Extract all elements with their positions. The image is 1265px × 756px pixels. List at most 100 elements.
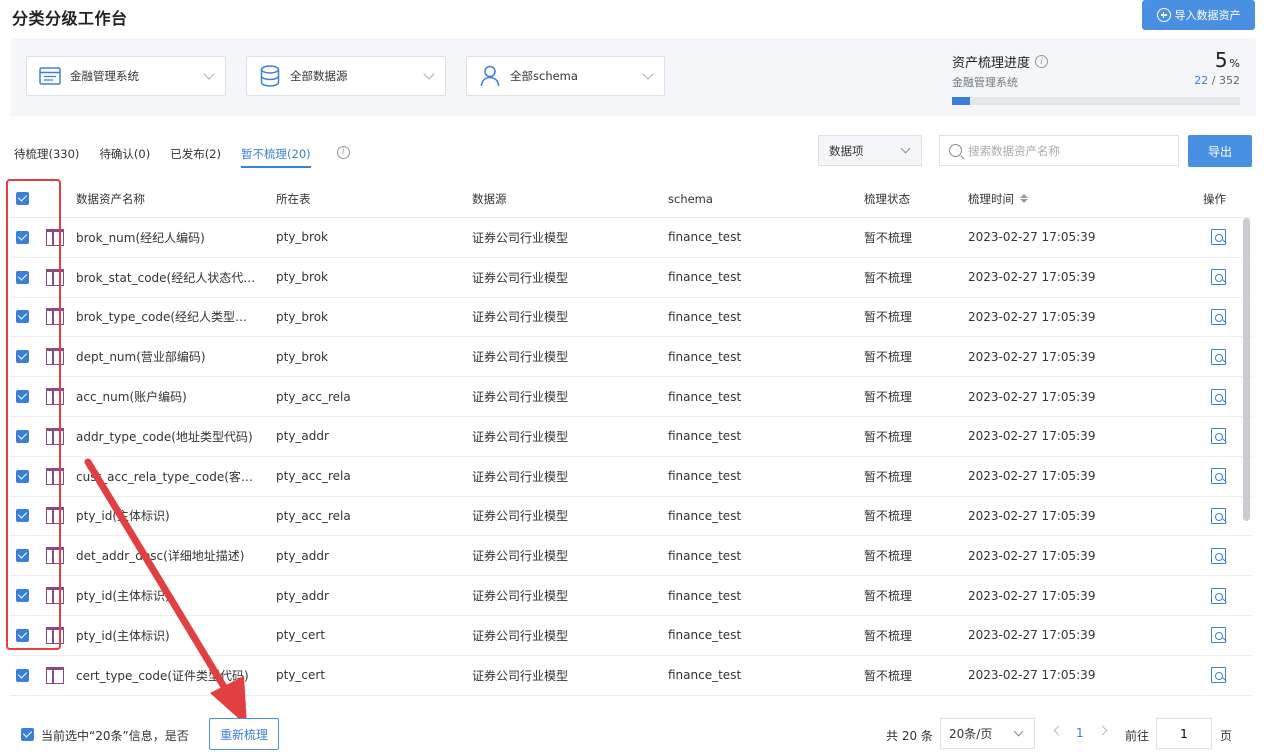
asset-table-name: pty_cert: [276, 628, 326, 643]
view-detail-icon[interactable]: [1211, 507, 1226, 524]
system-select[interactable]: 金融管理系统: [26, 56, 226, 96]
table-row[interactable]: brok_type_code(经纪人类型… pty_brok 证券公司行业模型 fin…: [10, 298, 1252, 338]
view-detail-icon[interactable]: [1211, 229, 1226, 246]
table-footer: 当前选中“20条”信息，是否 重新梳理 共 20 条 20条/页 1 前往 页: [0, 712, 1265, 756]
table-icon: [46, 666, 64, 684]
row-checkbox[interactable]: [16, 509, 29, 523]
asset-datasource: 证券公司行业模型: [472, 628, 569, 643]
page-size-select[interactable]: 20条/页: [940, 718, 1035, 749]
table-row[interactable]: dept_num(营业部编码) pty_brok 证券公司行业模型 finance_t…: [10, 337, 1252, 378]
scrollbar[interactable]: [1243, 218, 1250, 521]
search-input[interactable]: [968, 143, 1158, 158]
view-detail-icon[interactable]: [1211, 547, 1226, 564]
schema-select[interactable]: 全部schema: [466, 56, 665, 96]
view-detail-icon[interactable]: [1211, 627, 1226, 644]
filter-panel: 金融管理系统 全部数据源 全部schema 资产梳理进度 i 金融管理系统 5%…: [11, 38, 1256, 116]
system-icon: [39, 65, 61, 87]
row-checkbox[interactable]: [16, 230, 29, 244]
table-icon: [46, 268, 64, 286]
tab-pending[interactable]: 待梳理(330): [14, 142, 79, 168]
asset-table-name: pty_acc_rela: [276, 389, 351, 404]
row-checkbox[interactable]: [16, 628, 29, 642]
row-checkbox[interactable]: [16, 390, 29, 404]
plus-circle-icon: [1156, 8, 1171, 22]
row-checkbox[interactable]: [16, 589, 29, 603]
view-detail-icon[interactable]: [1211, 468, 1226, 485]
page-size-value: 20条/页: [949, 727, 993, 741]
current-page[interactable]: 1: [1076, 726, 1084, 740]
asset-schema: finance_test: [668, 508, 742, 523]
datasource-select[interactable]: 全部数据源: [246, 56, 446, 96]
progress-percent-unit: %: [1229, 57, 1240, 70]
select-all-checkbox[interactable]: [16, 192, 29, 205]
footer-select-checkbox[interactable]: [21, 728, 34, 741]
asset-datasource: 证券公司行业模型: [472, 310, 569, 325]
progress-percent-value: 5: [1214, 48, 1228, 72]
table-body: brok_num(经纪人编码) pty_brok 证券公司行业模型 finance_t…: [10, 218, 1252, 696]
tab-to-confirm[interactable]: 待确认(0): [99, 142, 150, 168]
table-row[interactable]: cust_acc_rela_type_code(客… pty_acc_rela 证券…: [10, 457, 1252, 497]
row-checkbox[interactable]: [16, 350, 29, 364]
view-detail-icon[interactable]: [1211, 667, 1226, 684]
view-detail-icon[interactable]: [1211, 587, 1226, 604]
header-time[interactable]: 梳理时间: [968, 191, 1168, 207]
progress-title-text: 资产梳理进度: [952, 56, 1031, 71]
table-row[interactable]: brok_stat_code(经纪人状态代… pty_brok 证券公司行业模型 fi…: [10, 258, 1252, 298]
table-icon: [46, 228, 64, 246]
recomb-button[interactable]: 重新梳理: [209, 718, 279, 750]
tab-published[interactable]: 已发布(2): [170, 142, 221, 168]
database-icon: [259, 65, 281, 87]
asset-name: brok_num(经纪人编码): [76, 230, 205, 245]
row-checkbox[interactable]: [16, 469, 29, 483]
table-icon: [46, 308, 64, 326]
asset-datasource: 证券公司行业模型: [472, 589, 569, 604]
table-row[interactable]: pty_id(主体标识) pty_cert 证券公司行业模型 finance_test…: [10, 616, 1252, 656]
asset-schema: finance_test: [668, 309, 742, 324]
asset-status: 暂不梳理: [864, 429, 913, 444]
progress-fill: [952, 97, 970, 105]
row-checkbox[interactable]: [16, 310, 29, 324]
view-detail-icon[interactable]: [1211, 348, 1226, 365]
asset-schema: finance_test: [668, 588, 742, 603]
table-icon: [46, 507, 64, 525]
table-row[interactable]: addr_type_code(地址类型代码) pty_addr 证券公司行业模型 fi…: [10, 417, 1252, 457]
row-checkbox[interactable]: [16, 270, 29, 284]
total-count: 共 20 条: [886, 729, 933, 743]
asset-name: brok_stat_code(经纪人状态代…: [76, 270, 256, 285]
next-page-icon[interactable]: [1097, 725, 1108, 736]
asset-datasource: 证券公司行业模型: [472, 270, 569, 285]
prev-page-icon[interactable]: [1053, 725, 1064, 736]
asset-table-name: pty_brok: [276, 270, 329, 285]
asset-datasource: 证券公司行业模型: [472, 549, 569, 564]
table-header: 数据资产名称 所在表 数据源 schema 梳理状态 梳理时间 操作: [10, 180, 1252, 218]
asset-table-name: pty_acc_rela: [276, 469, 351, 484]
asset-time: 2023-02-27 17:05:39: [968, 548, 1096, 563]
item-type-select[interactable]: 数据项: [818, 135, 922, 166]
import-assets-button[interactable]: 导入数据资产: [1142, 0, 1255, 30]
header-time-label: 梳理时间: [968, 191, 1014, 206]
table-row[interactable]: brok_num(经纪人编码) pty_brok 证券公司行业模型 finance_t…: [10, 218, 1252, 258]
info-icon[interactable]: i: [336, 145, 350, 159]
view-detail-icon[interactable]: [1211, 428, 1226, 445]
sort-icon[interactable]: [1020, 194, 1028, 203]
asset-name: dept_num(营业部编码): [76, 350, 206, 365]
view-detail-icon[interactable]: [1211, 308, 1226, 325]
table-row[interactable]: pty_id(主体标识) pty_addr 证券公司行业模型 finance_test…: [10, 576, 1252, 616]
table-row[interactable]: pty_id(主体标识) pty_acc_rela 证券公司行业模型 finance_…: [10, 497, 1252, 537]
row-checkbox[interactable]: [16, 549, 29, 563]
asset-table-name: pty_acc_rela: [276, 508, 351, 523]
table-row[interactable]: det_addr_desc(详细地址描述) pty_addr 证券公司行业模型 fin…: [10, 536, 1252, 577]
asset-time: 2023-02-27 17:05:39: [968, 668, 1096, 683]
table-row[interactable]: acc_num(账户编码) pty_acc_rela 证券公司行业模型 finance…: [10, 377, 1252, 417]
info-icon[interactable]: i: [1035, 55, 1049, 68]
goto-page-input[interactable]: [1156, 718, 1212, 749]
tab-skipped[interactable]: 暂不梳理(20): [241, 142, 311, 168]
asset-table: 数据资产名称 所在表 数据源 schema 梳理状态 梳理时间 操作 brok_…: [10, 180, 1252, 696]
view-detail-icon[interactable]: [1211, 269, 1226, 286]
export-button[interactable]: 导出: [1188, 135, 1252, 167]
table-row[interactable]: cert_type_code(证件类型代码) pty_cert 证券公司行业模型 fi…: [10, 656, 1252, 696]
row-checkbox[interactable]: [16, 429, 29, 443]
row-checkbox[interactable]: [16, 668, 29, 682]
view-detail-icon[interactable]: [1211, 388, 1226, 405]
page-title: 分类分级工作台: [12, 9, 128, 28]
